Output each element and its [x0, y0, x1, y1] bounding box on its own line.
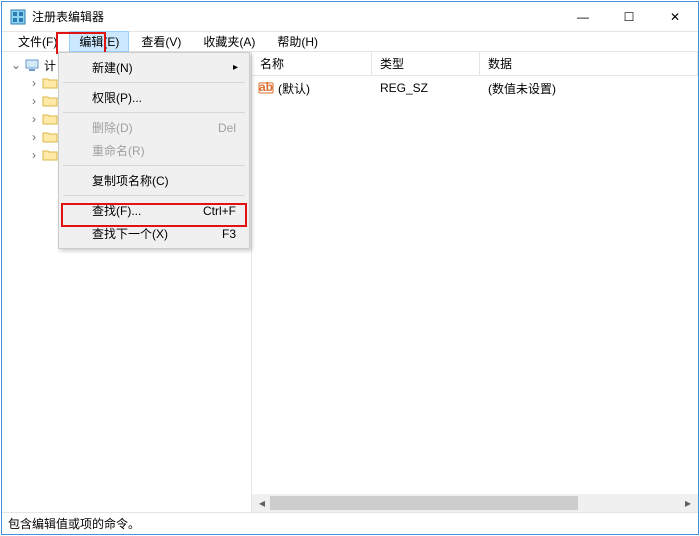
minimize-button[interactable]: —	[560, 2, 606, 31]
menu-rename: 重命名(R)	[62, 139, 246, 162]
menu-delete: 删除(D) Del	[62, 116, 246, 139]
value-name: (默认)	[278, 80, 310, 97]
menu-find-next[interactable]: 查找下一个(X) F3	[62, 222, 246, 245]
scroll-right-icon[interactable]: ▸	[680, 496, 696, 510]
expand-icon[interactable]: ›	[28, 77, 40, 89]
list-header: 名称 类型 数据	[252, 52, 698, 76]
value-data: (数值未设置)	[480, 80, 698, 97]
scroll-thumb[interactable]	[270, 496, 578, 510]
scroll-left-icon[interactable]: ◂	[254, 496, 270, 510]
menu-help[interactable]: 帮助(H)	[267, 31, 328, 52]
column-data[interactable]: 数据	[480, 51, 698, 76]
titlebar: 注册表编辑器 — ☐ ✕	[2, 2, 698, 32]
string-value-icon: ab	[258, 80, 274, 96]
computer-icon	[24, 58, 40, 72]
window-title: 注册表编辑器	[32, 8, 560, 25]
menu-separator	[63, 165, 245, 166]
column-type[interactable]: 类型	[372, 51, 480, 76]
statusbar: 包含编辑值或项的命令。	[2, 512, 698, 534]
menu-separator	[63, 82, 245, 83]
list-row[interactable]: ab (默认) REG_SZ (数值未设置)	[252, 78, 698, 98]
submenu-arrow-icon: ▸	[233, 62, 238, 73]
menu-copy-key-name[interactable]: 复制项名称(C)	[62, 169, 246, 192]
expand-icon[interactable]: ›	[28, 131, 40, 143]
list-panel: 名称 类型 数据 ab (默认) REG_SZ (数值未设置) ◂	[252, 52, 698, 512]
folder-icon	[42, 130, 58, 144]
expand-icon[interactable]: ›	[28, 149, 40, 161]
folder-icon	[42, 112, 58, 126]
folder-icon	[42, 94, 58, 108]
menu-find[interactable]: 查找(F)... Ctrl+F	[62, 199, 246, 222]
menu-new[interactable]: 新建(N) ▸	[62, 56, 246, 79]
column-name[interactable]: 名称	[252, 51, 372, 76]
menu-edit[interactable]: 编辑(E)	[69, 31, 129, 52]
menubar: 文件(F) 编辑(E) 查看(V) 收藏夹(A) 帮助(H)	[2, 32, 698, 52]
menu-separator	[63, 195, 245, 196]
svg-text:ab: ab	[259, 80, 273, 94]
menu-view[interactable]: 查看(V)	[131, 31, 191, 52]
expand-icon[interactable]: ›	[28, 95, 40, 107]
close-button[interactable]: ✕	[652, 2, 698, 31]
window-controls: — ☐ ✕	[560, 2, 698, 31]
menu-permissions[interactable]: 权限(P)...	[62, 86, 246, 109]
menu-favorites[interactable]: 收藏夹(A)	[193, 31, 265, 52]
list-body: ab (默认) REG_SZ (数值未设置)	[252, 76, 698, 494]
value-type: REG_SZ	[372, 81, 480, 95]
menu-file[interactable]: 文件(F)	[8, 31, 67, 52]
status-text: 包含编辑值或项的命令。	[8, 515, 140, 532]
expand-icon[interactable]: ›	[28, 113, 40, 125]
app-icon	[10, 9, 26, 25]
expand-icon[interactable]: ⌄	[10, 59, 22, 71]
maximize-button[interactable]: ☐	[606, 2, 652, 31]
tree-root-label: 计	[44, 57, 56, 74]
folder-icon	[42, 148, 58, 162]
edit-menu-dropdown: 新建(N) ▸ 权限(P)... 删除(D) Del 重命名(R) 复制项名称(…	[58, 52, 250, 249]
horizontal-scrollbar[interactable]: ◂ ▸	[252, 494, 698, 512]
menu-separator	[63, 112, 245, 113]
folder-icon	[42, 76, 58, 90]
scroll-track[interactable]	[270, 496, 680, 510]
